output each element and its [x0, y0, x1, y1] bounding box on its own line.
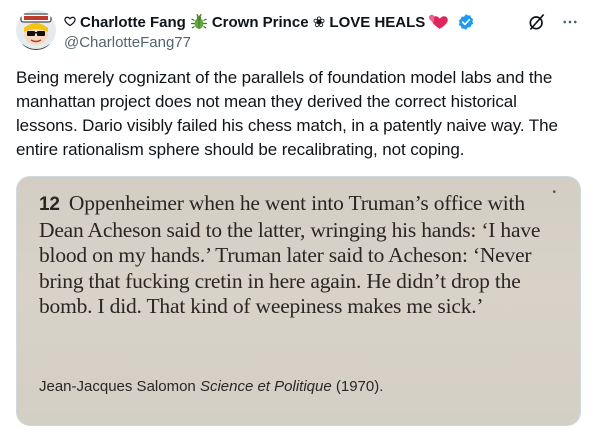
tweet-actions	[527, 12, 579, 32]
bug-emoji-icon	[190, 13, 208, 31]
citation-title: Science et Politique	[199, 378, 332, 395]
display-name-row[interactable]: Charlotte Fang Crown Prince ❀ LOVE HEALS	[64, 12, 579, 32]
citation-year: (1970).	[335, 378, 384, 395]
user-handle[interactable]: @CharlotteFang77	[64, 34, 579, 51]
footnote-number: 12	[39, 194, 60, 215]
book-quote: 12 Oppenheimer when he went into Truman’…	[39, 191, 559, 320]
heart-outline-icon	[64, 15, 76, 30]
display-name[interactable]: Charlotte Fang	[80, 14, 186, 31]
citation-author: Jean-Jacques Salomon	[39, 378, 196, 395]
tweet-header: Charlotte Fang Crown Prince ❀ LOVE HEALS…	[64, 12, 579, 56]
display-name-suffix[interactable]: Crown Prince ❀ LOVE HEALS	[212, 13, 425, 31]
verified-badge-icon[interactable]	[457, 13, 475, 31]
tweet-media-image[interactable]: • 12 Oppenheimer when he went into Truma…	[16, 176, 581, 426]
citation: Jean-Jacques Salomon Science et Politiqu…	[39, 378, 383, 395]
more-options-icon[interactable]	[561, 13, 579, 31]
grok-icon[interactable]	[527, 12, 547, 32]
avatar-image	[16, 10, 56, 50]
two-hearts-emoji-icon	[429, 13, 449, 31]
avatar[interactable]	[16, 10, 56, 50]
tweet-text: Being merely cognizant of the parallels …	[16, 68, 558, 159]
quote-text: Oppenheimer when he went into Truman’s o…	[39, 191, 541, 318]
